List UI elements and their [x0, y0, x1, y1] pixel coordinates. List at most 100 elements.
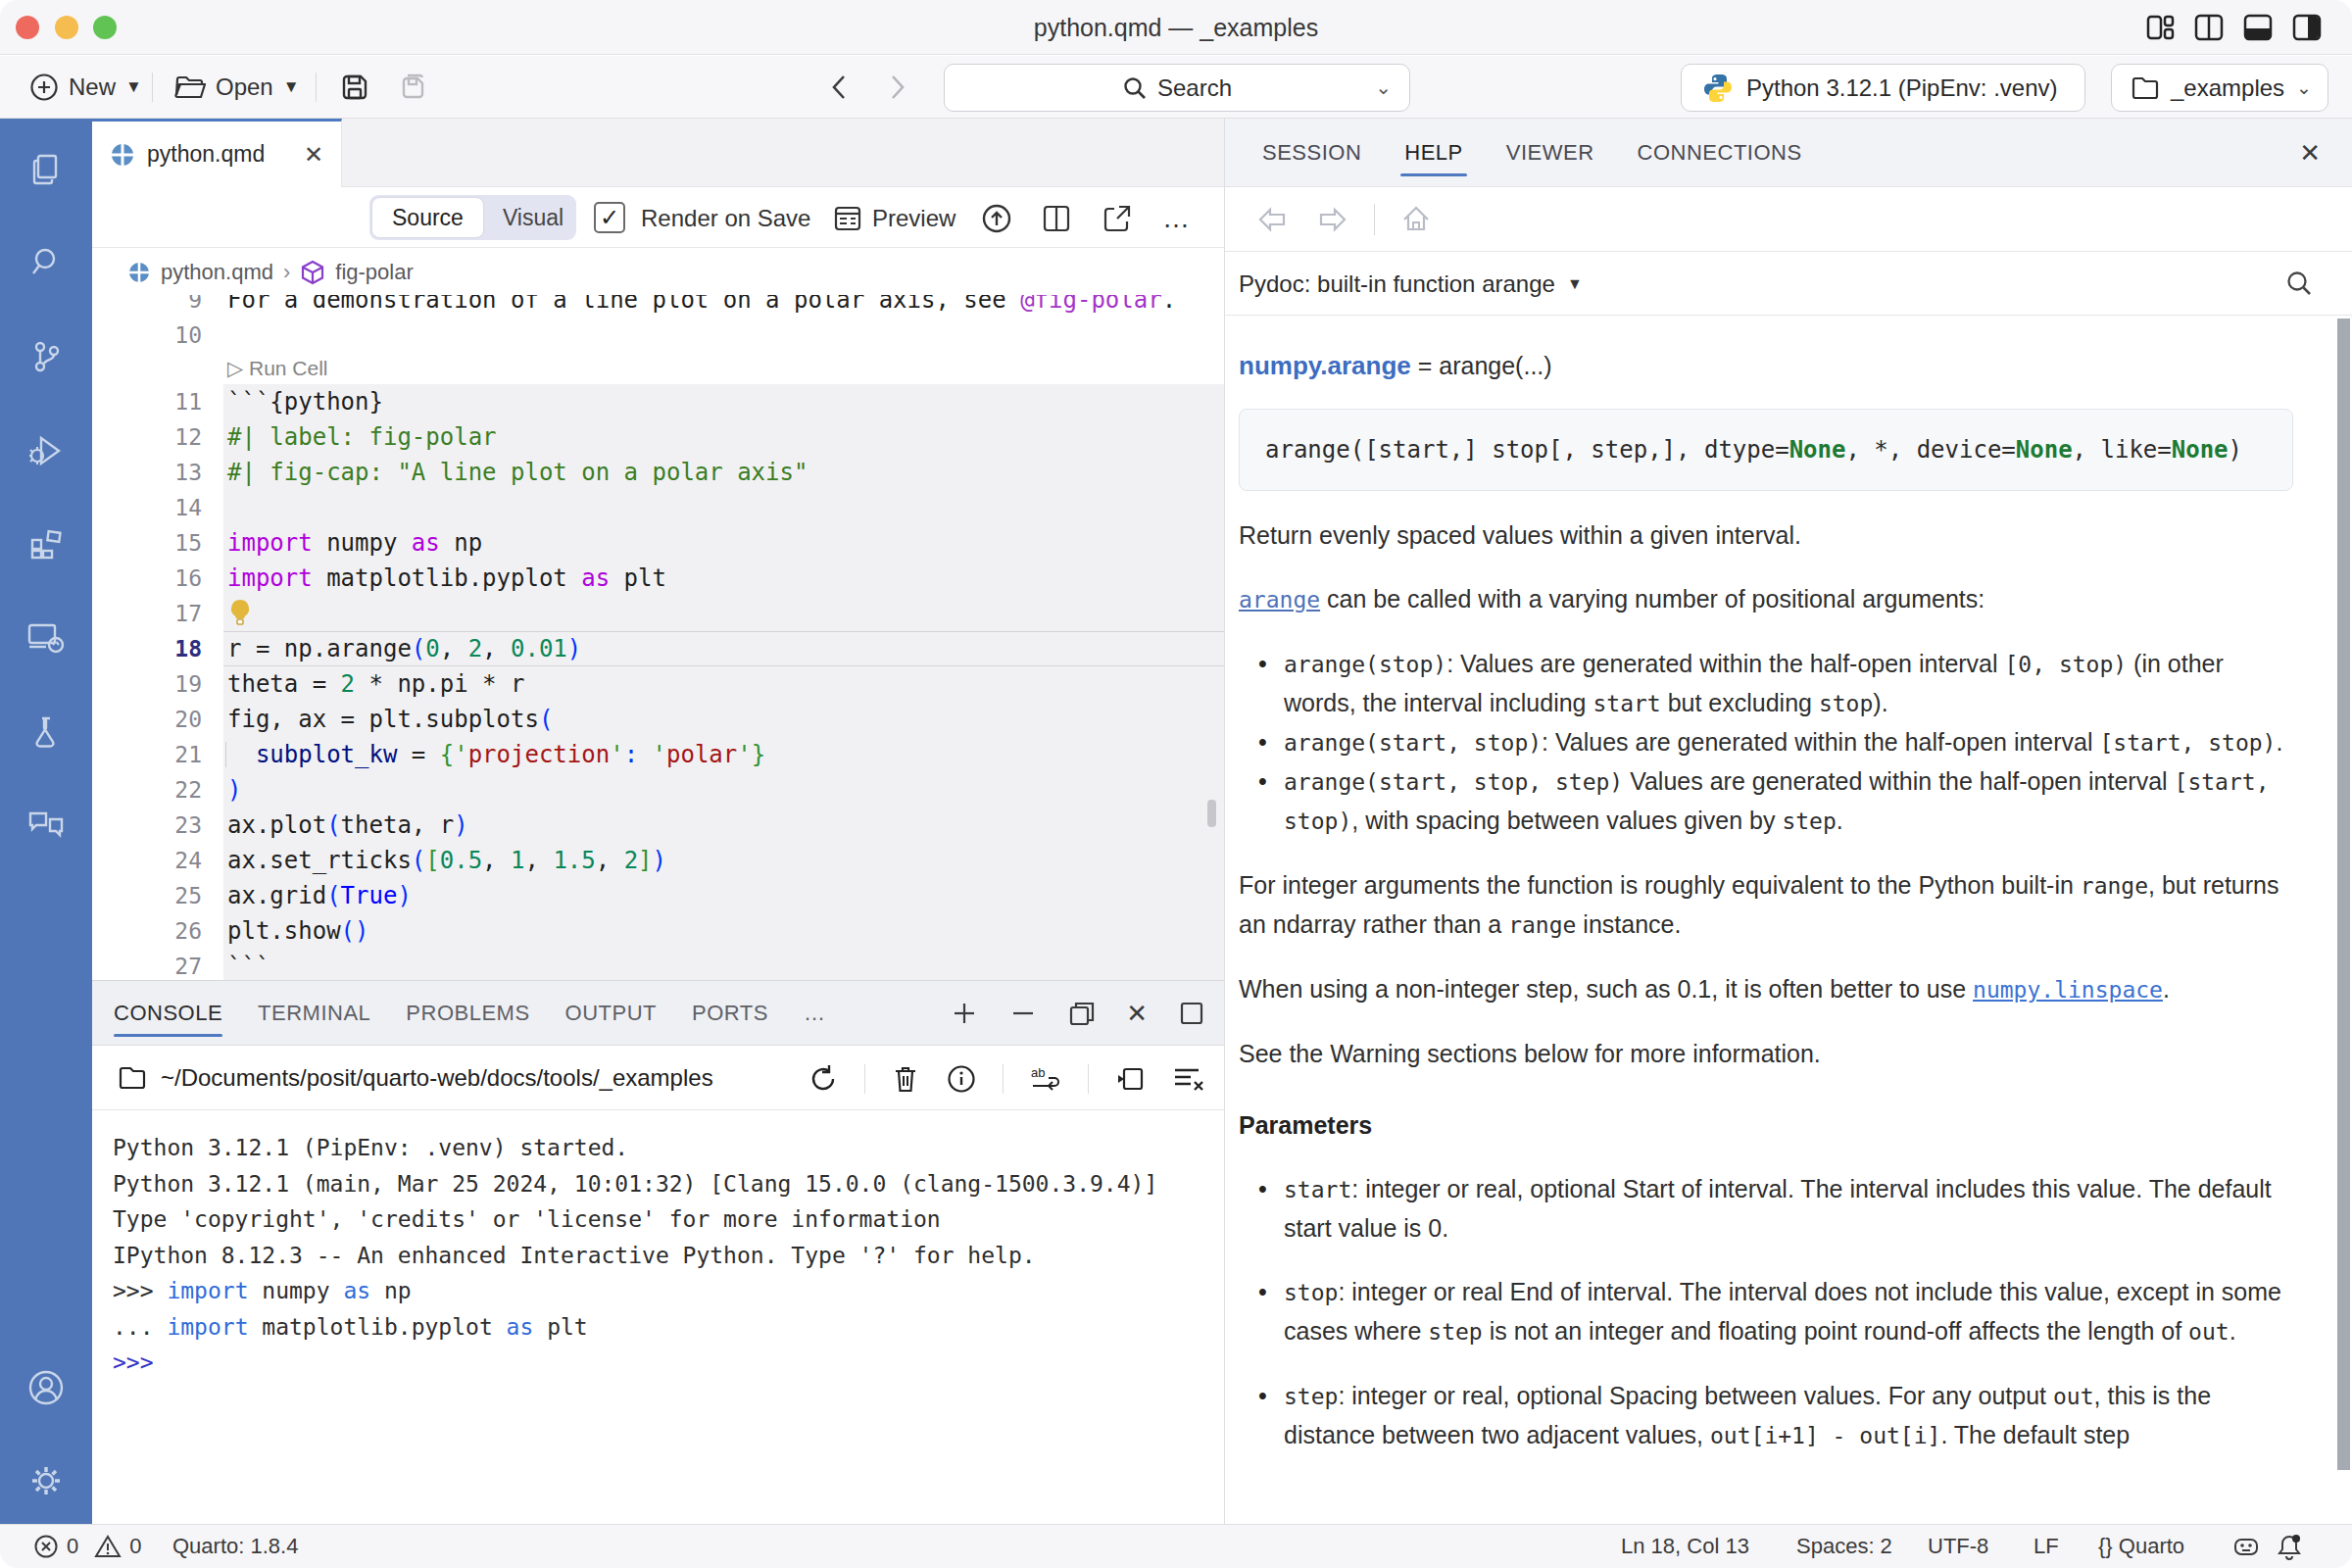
navigate-forward-button[interactable] [887, 56, 908, 119]
word-wrap-icon[interactable]: ab [1029, 1064, 1062, 1094]
encoding-status[interactable]: UTF-8 [1928, 1525, 1988, 1568]
help-search-icon[interactable] [2284, 269, 2314, 298]
code-line-26[interactable]: 26plt.show() [92, 913, 1224, 949]
code-line-24[interactable]: 24ax.set_rticks([0.5, 1, 1.5, 2]) [92, 843, 1224, 878]
preview-button[interactable]: Preview [833, 188, 956, 248]
panel-tab-console[interactable]: CONSOLE [114, 981, 222, 1046]
code-line-17[interactable]: 17 [92, 596, 1224, 631]
toggle-panel-icon[interactable] [2242, 12, 2274, 43]
tab-close-icon[interactable]: ✕ [304, 141, 323, 169]
sessions-icon[interactable] [26, 620, 66, 656]
interpreter-selector[interactable]: Python 3.12.1 (PipEnv: .venv) [1681, 64, 2085, 112]
notifications-bell-icon[interactable] [2276, 1525, 2303, 1568]
sidebar-close-icon[interactable]: ✕ [2299, 119, 2321, 187]
panel-maximize-icon[interactable] [1177, 999, 1206, 1028]
panel-tab-ports[interactable]: PORTS [692, 981, 768, 1046]
editor-action-bar: Source Visual ✓ Render on Save Preview … [92, 188, 1224, 248]
toggle-secondary-sidebar-icon[interactable] [2291, 12, 2323, 43]
customize-layout-icon[interactable] [2144, 12, 2176, 43]
code-line-18[interactable]: 18r = np.arange(0, 2, 0.01) [92, 631, 1224, 666]
code-line-9[interactable]: 9For a demonstration of a line plot on a… [92, 295, 1224, 318]
sidebar-tab-viewer[interactable]: VIEWER [1506, 119, 1594, 187]
clear-console-icon[interactable] [1171, 1064, 1204, 1094]
breadcrumb-file[interactable]: python.qmd [161, 260, 273, 285]
sidebar-tab-session[interactable]: SESSION [1262, 119, 1361, 187]
panel-tab-output[interactable]: OUTPUT [565, 981, 657, 1046]
move-console-icon[interactable] [1114, 1063, 1146, 1095]
run-cell-lens[interactable]: ▷ Run Cell [223, 353, 1224, 384]
save-all-button[interactable] [396, 56, 429, 119]
explorer-icon[interactable] [28, 152, 64, 187]
open-button[interactable]: Open ▼ [174, 56, 300, 119]
language-mode-status[interactable]: {} Quarto [2098, 1525, 2184, 1568]
code-line-12[interactable]: 12#| label: fig-polar [92, 419, 1224, 455]
code-editor[interactable]: 9For a demonstration of a line plot on a… [92, 295, 1224, 980]
new-button[interactable]: New ▼ [29, 56, 142, 119]
code-line-19[interactable]: 19theta = 2 * np.pi * r [92, 666, 1224, 702]
save-button[interactable] [339, 56, 370, 119]
tab-python-qmd[interactable]: python.qmd ✕ [92, 119, 342, 187]
panel-tab-problems[interactable]: PROBLEMS [406, 981, 529, 1046]
code-line-10[interactable]: 10 [92, 318, 1224, 353]
panel-close-icon[interactable]: ✕ [1126, 999, 1148, 1029]
code-line-21[interactable]: 21 subplot_kw = {'projection': 'polar'} [92, 737, 1224, 772]
mode-source-button[interactable]: Source [372, 198, 483, 237]
code-line-20[interactable]: 20fig, ax = plt.subplots( [92, 702, 1224, 737]
breadcrumb[interactable]: python.qmd › fig-polar [92, 249, 1224, 295]
console-output[interactable]: Python 3.12.1 (PipEnv: .venv) started.Py… [92, 1110, 1224, 1525]
more-actions-button[interactable]: … [1162, 188, 1192, 248]
help-scrollbar-thumb[interactable] [2337, 318, 2350, 1470]
workspace-selector[interactable]: _examples ⌄ [2111, 64, 2328, 112]
copilot-icon[interactable] [2232, 1525, 2260, 1568]
console-clear-trash-icon[interactable] [891, 1063, 920, 1095]
comments-icon[interactable] [26, 808, 66, 843]
open-in-new-window-button[interactable] [1102, 188, 1133, 248]
panel-tab-terminal[interactable]: TERMINAL [258, 981, 370, 1046]
code-line-16[interactable]: 16import matplotlib.pyplot as plt [92, 561, 1224, 596]
code-line-11[interactable]: 11```{python} [92, 384, 1224, 419]
editor-scrollbar-thumb[interactable] [1207, 800, 1216, 827]
settings-gear-icon[interactable] [26, 1461, 66, 1500]
help-back-icon[interactable] [1256, 205, 1290, 234]
quarto-version-status[interactable]: Quarto: 1.8.4 [172, 1525, 298, 1568]
console-restart-icon[interactable] [808, 1063, 839, 1095]
render-document-button[interactable] [979, 188, 1014, 248]
panel-tab-more[interactable]: … [804, 981, 826, 1046]
breadcrumb-symbol[interactable]: fig-polar [335, 260, 413, 285]
split-editor-button[interactable] [1041, 188, 1072, 248]
cursor-position-status[interactable]: Ln 18, Col 13 [1621, 1525, 1749, 1568]
extensions-icon[interactable] [28, 526, 64, 562]
code-line-22[interactable]: 22) [92, 772, 1224, 808]
panel-minimize-icon[interactable] [1008, 999, 1038, 1028]
help-topic-label[interactable]: Pydoc: built-in function arange [1239, 270, 1555, 298]
working-directory-path[interactable]: ~/Documents/posit/quarto-web/docs/tools/… [161, 1064, 713, 1092]
panel-restore-icon[interactable] [1067, 999, 1097, 1028]
eol-status[interactable]: LF [2034, 1525, 2059, 1568]
indentation-status[interactable]: Spaces: 2 [1796, 1525, 1892, 1568]
source-control-icon[interactable] [28, 339, 64, 374]
search-input[interactable]: Search ⌄ [944, 64, 1410, 112]
problems-status[interactable]: 0 0 [33, 1525, 142, 1568]
code-line-15[interactable]: 15import numpy as np [92, 525, 1224, 561]
sidebar-tab-help[interactable]: HELP [1404, 119, 1462, 187]
mode-visual-button[interactable]: Visual [483, 205, 583, 231]
code-line-23[interactable]: 23ax.plot(theta, r) [92, 808, 1224, 843]
help-topic-chevron[interactable]: ▼ [1567, 275, 1583, 293]
run-debug-icon[interactable] [27, 432, 65, 469]
console-info-icon[interactable] [946, 1063, 977, 1095]
testing-icon[interactable] [28, 714, 64, 750]
code-line-13[interactable]: 13#| fig-cap: "A line plot on a polar ax… [92, 455, 1224, 490]
panel-add-icon[interactable] [950, 999, 979, 1028]
help-home-icon[interactable] [1400, 204, 1432, 235]
sidebar-tab-connections[interactable]: CONNECTIONS [1638, 119, 1802, 187]
code-line-25[interactable]: 25ax.grid(True) [92, 878, 1224, 913]
render-on-save-checkbox[interactable]: ✓ [594, 202, 625, 233]
search-dropdown-chevron[interactable]: ⌄ [1375, 75, 1392, 99]
search-sidebar-icon[interactable] [28, 244, 64, 279]
toggle-split-editor-icon[interactable] [2193, 12, 2225, 43]
account-icon[interactable] [26, 1368, 66, 1407]
help-forward-icon[interactable] [1315, 205, 1348, 234]
code-line-14[interactable]: 14 [92, 490, 1224, 525]
navigate-back-button[interactable] [828, 56, 850, 119]
code-line-27[interactable]: 27``` [92, 949, 1224, 980]
